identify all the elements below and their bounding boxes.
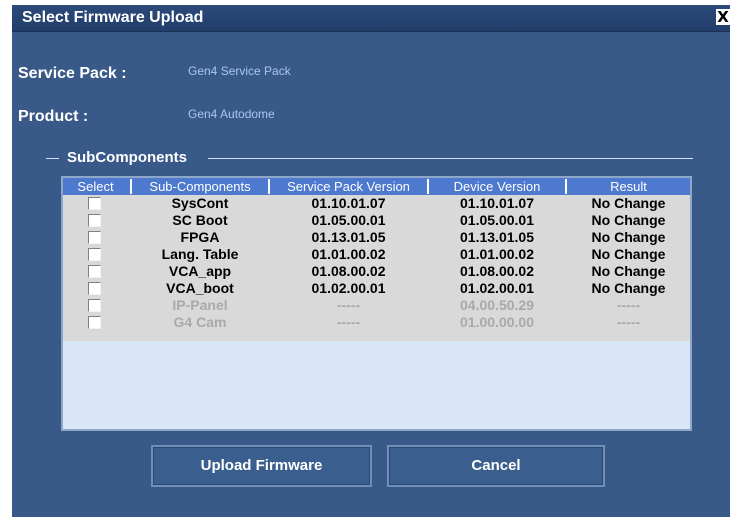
subcomponent-name: IP-Panel [172,297,228,313]
select-checkbox[interactable] [88,231,101,244]
service-pack-version: 01.01.00.02 [311,246,386,262]
select-checkbox[interactable] [88,282,101,295]
device-version: 04.00.50.29 [460,297,534,313]
service-pack-label: Service Pack : [18,65,127,82]
close-icon[interactable]: X [716,9,730,25]
product-label: Product : [18,108,89,125]
subcomponent-name: Lang. Table [161,246,239,262]
device-version: 01.05.00.01 [460,212,534,228]
result: No Change [591,246,666,262]
select-checkbox[interactable] [88,265,101,278]
service-pack-version: 01.10.01.07 [311,195,386,211]
column-header-result[interactable]: Result [567,178,690,195]
device-version: 01.13.01.05 [460,229,534,245]
upload-firmware-button[interactable]: Upload Firmware [151,445,372,487]
table-row: G4 Cam ----- 01.00.00.00 ----- [63,314,690,331]
select-checkbox[interactable] [88,248,101,261]
subcomponent-name: SC Boot [172,212,228,228]
service-pack-version: 01.08.00.02 [311,263,386,279]
group-border-right [208,158,693,159]
service-pack-version: 01.05.00.01 [311,212,386,228]
select-checkbox[interactable] [88,197,101,210]
subcomponent-name: VCA_boot [166,280,234,296]
column-header-subcomponents[interactable]: Sub-Components [132,178,268,195]
result: No Change [591,195,666,211]
service-pack-value: Gen4 Service Pack [188,64,291,78]
result: No Change [591,280,666,296]
table-row[interactable]: SC Boot 01.05.00.01 01.05.00.01 No Chang… [63,212,690,229]
service-pack-version: ----- [336,314,361,330]
column-header-select[interactable]: Select [63,178,128,195]
subcomponent-name: SysCont [171,195,229,211]
device-version: 01.00.00.00 [460,314,534,330]
subcomponents-table: Select Sub-Components Service Pack Versi… [61,176,692,431]
subcomponent-name: VCA_app [168,263,232,279]
column-header-service-pack-version[interactable]: Service Pack Version [270,178,427,195]
result: ----- [616,297,641,313]
result: No Change [591,212,666,228]
select-checkbox [88,316,101,329]
service-pack-version: 01.13.01.05 [311,229,386,245]
column-header-device-version[interactable]: Device Version [429,178,565,195]
device-version: 01.02.00.01 [460,280,534,296]
subcomponent-name: FPGA [180,229,220,245]
table-row[interactable]: VCA_app 01.08.00.02 01.08.00.02 No Chang… [63,263,690,280]
result: No Change [591,229,666,245]
select-checkbox [88,299,101,312]
select-checkbox[interactable] [88,214,101,227]
table-row[interactable]: Lang. Table 01.01.00.02 01.01.00.02 No C… [63,246,690,263]
table-row[interactable]: VCA_boot 01.02.00.01 01.02.00.01 No Chan… [63,280,690,297]
table-row: IP-Panel ----- 04.00.50.29 ----- [63,297,690,314]
subcomponent-name: G4 Cam [173,314,227,330]
table-row[interactable]: FPGA 01.13.01.05 01.13.01.05 No Change [63,229,690,246]
table-header: Select Sub-Components Service Pack Versi… [63,178,690,195]
cancel-button[interactable]: Cancel [387,445,605,487]
table-row[interactable]: SysCont 01.10.01.07 01.10.01.07 No Chang… [63,195,690,212]
result: ----- [616,314,641,330]
dialog-title: Select Firmware Upload [22,9,204,26]
service-pack-version: 01.02.00.01 [311,280,386,296]
device-version: 01.08.00.02 [460,263,534,279]
product-value: Gen4 Autodome [188,107,275,121]
result: No Change [591,263,666,279]
title-bar[interactable]: Select Firmware Upload X [12,5,730,32]
device-version: 01.10.01.07 [460,195,534,211]
device-version: 01.01.00.02 [460,246,534,262]
group-border-left [46,158,59,159]
service-pack-version: ----- [336,297,361,313]
table-body: SysCont 01.10.01.07 01.10.01.07 No Chang… [63,195,690,341]
subcomponents-group-title: SubComponents [67,149,187,166]
